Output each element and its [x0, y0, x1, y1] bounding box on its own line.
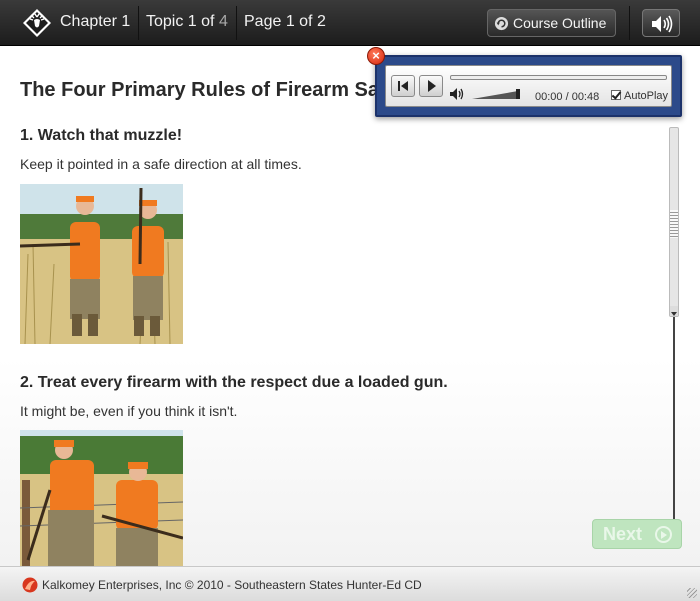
divider: [629, 6, 630, 40]
play-circle-icon: [655, 526, 672, 543]
deer-logo-icon: [23, 9, 51, 37]
scroll-down-arrow[interactable]: [670, 306, 678, 316]
scrollbar-thumb[interactable]: [670, 210, 678, 238]
volume-slider[interactable]: [472, 89, 520, 99]
hunters-fence-illustration: [20, 430, 183, 566]
chapter-indicator: Chapter 1: [60, 13, 131, 30]
refresh-icon: [494, 16, 509, 31]
scroll-rail: [673, 317, 675, 547]
checkbox-icon: [611, 90, 621, 100]
next-button[interactable]: Next: [592, 519, 682, 549]
page-title: The Four Primary Rules of Firearm Sa: [20, 79, 379, 101]
rule-heading: 2. Treat every firearm with the respect …: [20, 374, 448, 391]
play-icon: [428, 80, 436, 92]
course-outline-button[interactable]: Course Outline: [487, 9, 616, 37]
topic-indicator: Topic 1 of 4: [146, 13, 228, 31]
rule-heading: 1. Watch that muzzle!: [20, 127, 183, 144]
audio-toggle-button[interactable]: [642, 9, 680, 37]
top-bar: Chapter 1 Topic 1 of 4 Page 1 of 2 Cours…: [0, 0, 700, 46]
divider: [236, 6, 237, 40]
audio-time: 00:00 / 00:48: [535, 91, 600, 103]
autoplay-label: AutoPlay: [624, 90, 669, 102]
hunters-illustration: [20, 184, 183, 344]
audio-player-panel: 00:00 / 00:48 AutoPlay: [375, 55, 682, 117]
kalkomey-logo-icon: [22, 577, 38, 593]
autoplay-checkbox[interactable]: AutoPlay: [611, 90, 668, 102]
topic-label: Topic 1 of: [146, 13, 215, 30]
resize-handle[interactable]: [687, 588, 697, 598]
divider: [138, 6, 139, 40]
topic-total: 4: [218, 13, 228, 30]
speaker-icon: [652, 15, 673, 33]
page-indicator: Page 1 of 2: [244, 13, 326, 30]
lesson-content: The Four Primary Rules of Firearm Sa 1. …: [0, 47, 700, 566]
skip-back-icon: [398, 81, 408, 91]
course-outline-label: Course Outline: [513, 15, 607, 31]
next-label: Next: [603, 524, 643, 544]
audio-controls: 00:00 / 00:48 AutoPlay: [385, 65, 672, 107]
scrollbar[interactable]: [669, 127, 679, 317]
rule-text: It might be, even if you think it isn't.: [20, 403, 238, 419]
copyright-text: Kalkomey Enterprises, Inc © 2010 - South…: [42, 578, 422, 592]
audio-progress-bar[interactable]: [450, 75, 667, 80]
play-button[interactable]: [419, 75, 443, 97]
rule-text: Keep it pointed in a safe direction at a…: [20, 156, 302, 172]
footer: Kalkomey Enterprises, Inc © 2010 - South…: [0, 566, 700, 601]
volume-icon: [450, 88, 464, 100]
restart-button[interactable]: [391, 75, 415, 97]
close-icon[interactable]: ×: [367, 47, 385, 65]
